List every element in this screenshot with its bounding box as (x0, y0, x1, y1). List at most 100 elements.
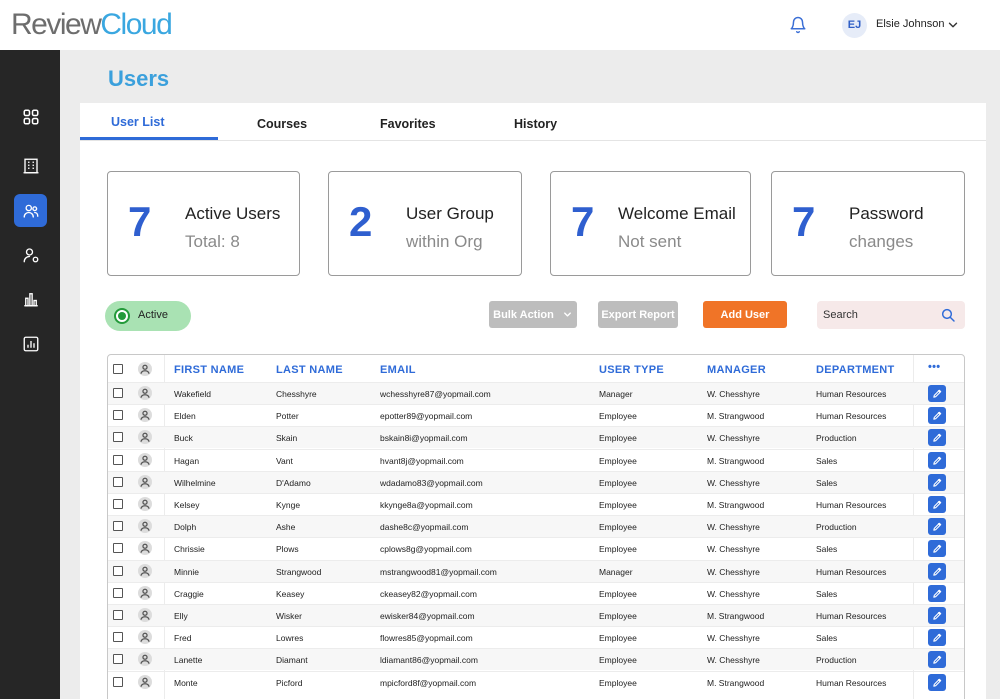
pencil-icon (932, 633, 941, 642)
sidebar-item-user-settings[interactable] (14, 238, 47, 271)
stat-sublabel: Not sent (618, 232, 682, 251)
edit-user-button[interactable] (928, 673, 946, 691)
table-row[interactable]: Chrissie Plows cplows8g@yopmail.com Employe… (108, 537, 964, 559)
active-status-filter[interactable]: Active (105, 301, 191, 331)
person-icon (138, 541, 152, 556)
pencil-icon (932, 522, 941, 531)
search-placeholder: Search (823, 309, 858, 321)
top-header: ReviewCloud EJ Elsie Johnson (0, 0, 1000, 50)
pencil-icon (932, 434, 941, 443)
bulk-action-button[interactable]: Bulk Action (489, 301, 577, 328)
search-icon[interactable] (940, 307, 956, 323)
table-row[interactable]: Elly Wisker ewisker84@yopmail.com Employee M… (108, 604, 964, 626)
table-row[interactable]: Craggie Keasey ckeasey82@yopmail.com Employ… (108, 581, 964, 604)
row-checkbox[interactable] (113, 454, 123, 465)
table-row[interactable]: Kelsey Kynge kkynge8a@yopmail.com Employee M… (108, 493, 964, 515)
edit-user-button[interactable] (928, 473, 946, 491)
row-checkbox[interactable] (113, 543, 123, 554)
pencil-icon (932, 611, 941, 620)
export-report-button[interactable]: Export Report (598, 301, 678, 328)
edit-user-button[interactable] (928, 407, 946, 425)
table-row[interactable]: Lanette Diamant ldiamant86@yopmail.com Empl… (108, 648, 964, 671)
sidebar-item-dashboard[interactable] (14, 100, 47, 133)
sidebar-item-users[interactable] (14, 194, 47, 227)
manager-cell: M. Strangwood (707, 455, 765, 466)
column-header-last-name[interactable]: LAST NAME (276, 364, 343, 376)
edit-user-button[interactable] (928, 540, 946, 558)
tab-favorites[interactable]: Favorites (380, 117, 436, 131)
column-header-user-type[interactable]: USER TYPE (599, 364, 664, 376)
search-input[interactable]: Search (817, 301, 965, 329)
last-name-cell: Vant (276, 455, 293, 466)
edit-user-button[interactable] (928, 385, 946, 402)
row-checkbox[interactable] (113, 388, 123, 398)
row-checkbox[interactable] (113, 499, 123, 509)
row-checkbox[interactable] (113, 432, 123, 443)
chevron-down-icon[interactable] (946, 18, 960, 32)
edit-user-button[interactable] (928, 651, 946, 669)
first-name-cell: Elden (174, 411, 196, 422)
table-row[interactable]: Fred Lowres flowres85@yopmail.com Employee W… (108, 626, 964, 648)
user-type-cell: Employee (599, 500, 637, 510)
manager-cell: M. Strangwood (707, 611, 765, 621)
column-header-email[interactable]: EMAIL (380, 364, 416, 376)
users-icon (23, 204, 38, 218)
table-row[interactable]: Wilhelmine D'Adamo wdadamo83@yopmail.com Em… (108, 470, 964, 493)
row-checkbox[interactable] (113, 654, 123, 665)
edit-user-button[interactable] (928, 451, 946, 469)
sidebar-item-analytics[interactable] (14, 282, 47, 315)
table-row[interactable]: Minnie Strangwood mstrangwood81@yopmail.co… (108, 559, 964, 582)
row-checkbox[interactable] (113, 521, 123, 532)
row-checkbox[interactable] (113, 587, 123, 598)
person-icon (138, 674, 152, 689)
sidebar-item-reports[interactable] (14, 327, 47, 360)
first-name-cell: Craggie (174, 588, 204, 599)
edit-user-button[interactable] (928, 562, 946, 580)
add-user-button[interactable]: Add User (703, 301, 787, 328)
user-avatar[interactable]: EJ (842, 13, 867, 38)
notification-bell-icon[interactable] (789, 16, 807, 34)
department-cell: Sales (816, 477, 838, 488)
last-name-cell: Ashe (276, 522, 296, 533)
logo-cloud: Cloud (100, 8, 172, 41)
tab-courses[interactable]: Courses (257, 117, 307, 131)
tab-history[interactable]: History (514, 117, 557, 131)
table-row[interactable]: Dolph Ashe dashe8c@yopmail.com Employee W. C… (108, 515, 964, 538)
table-row[interactable]: Wakefield Chesshyre wchesshyre87@yopmail.c… (108, 382, 964, 404)
row-checkbox[interactable] (113, 676, 123, 687)
email-cell: mpicford8f@yopmail.com (380, 677, 477, 688)
edit-user-button[interactable] (928, 429, 946, 447)
table-row[interactable]: Buck Skain bskain8i@yopmail.com Employee W. … (108, 426, 964, 449)
row-checkbox[interactable] (113, 476, 123, 487)
app-logo[interactable]: ReviewCloud (11, 6, 173, 44)
radio-selected-icon (114, 308, 130, 324)
edit-user-button[interactable] (928, 518, 946, 536)
building-icon (23, 158, 38, 173)
table-row[interactable]: Monte Picford mpicford8f@yopmail.com Employ… (108, 670, 964, 693)
sidebar-item-organization[interactable] (14, 149, 47, 182)
column-header-manager[interactable]: MANAGER (707, 364, 766, 376)
user-name[interactable]: Elsie Johnson (876, 18, 945, 30)
last-name-cell: Lowres (276, 633, 304, 644)
stat-card-user-group: 2 User Group within Org (328, 171, 522, 276)
edit-user-button[interactable] (928, 629, 946, 647)
person-icon (138, 430, 152, 445)
row-checkbox[interactable] (113, 410, 123, 421)
row-checkbox[interactable] (113, 610, 123, 620)
row-checkbox[interactable] (113, 632, 123, 643)
department-cell: Sales (816, 633, 838, 644)
table-row[interactable]: Hagan Vant hvant8j@yopmail.com Employee M. S… (108, 448, 964, 471)
edit-user-button[interactable] (928, 496, 946, 513)
select-all-checkbox[interactable] (113, 364, 123, 374)
first-name-cell: Chrissie (174, 544, 205, 555)
more-options-icon[interactable]: ••• (928, 361, 940, 373)
user-type-cell: Employee (599, 588, 637, 599)
edit-user-button[interactable] (928, 584, 946, 602)
edit-user-button[interactable] (928, 607, 946, 624)
user-type-cell: Manager (599, 566, 633, 577)
table-row[interactable]: Elden Potter epotter89@yopmail.com Employee… (108, 404, 964, 426)
tab-user-list[interactable]: User List (111, 115, 165, 129)
column-header-department[interactable]: DEPARTMENT (816, 364, 895, 376)
column-header-first-name[interactable]: FIRST NAME (174, 364, 244, 376)
row-checkbox[interactable] (113, 565, 123, 576)
